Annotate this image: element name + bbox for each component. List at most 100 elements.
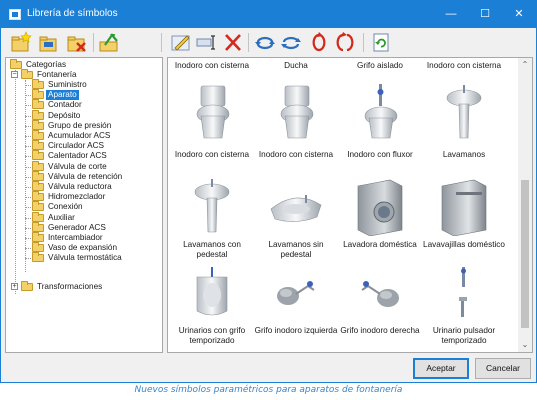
- folder-icon: [32, 89, 44, 100]
- tree-connector: [25, 187, 31, 188]
- tree-item-label: Circulador ACS: [48, 141, 104, 151]
- tree-item-label: Vaso de expansión: [48, 243, 118, 253]
- tree-connector: [25, 85, 31, 86]
- folder-icon: [32, 191, 44, 202]
- folder-icon: [10, 59, 22, 69]
- tree-item-label: Válvula de corte: [48, 161, 107, 171]
- tree-connector: [25, 166, 31, 168]
- symbol-label[interactable]: Lavadora doméstica: [338, 240, 422, 250]
- tree-item-label: Válvula termostática: [48, 253, 122, 263]
- tree-item-label: Calentador ACS: [48, 151, 107, 161]
- symbol-label[interactable]: Lavavajillas doméstico: [422, 240, 506, 250]
- folder-icon: [32, 242, 44, 253]
- dishwasher-icon[interactable]: [438, 178, 490, 238]
- maximize-button[interactable]: ☐: [468, 1, 502, 28]
- symbol-label[interactable]: Inodoro con fluxor: [338, 150, 422, 160]
- tree-item-label: Depósito: [48, 110, 81, 120]
- pedestal-sink-icon[interactable]: [439, 84, 489, 144]
- tree-item-label: Válvula reductora: [48, 182, 112, 191]
- refresh-icon[interactable]: [369, 31, 393, 54]
- symbol-label[interactable]: Inodoro con cisterna: [254, 150, 338, 160]
- symbol-label[interactable]: Inodoro con cisterna: [170, 61, 254, 71]
- folder-icon: [32, 170, 44, 181]
- folder-icon: [32, 201, 44, 212]
- window-title: Librería de símbolos: [27, 8, 118, 19]
- folder-icon: [21, 281, 33, 291]
- collapse-icon[interactable]: −: [11, 71, 18, 78]
- folder-icon: [32, 221, 44, 232]
- tree-connector: [25, 156, 31, 158]
- tree-connector: [25, 238, 31, 239]
- tree-item-label: Aparato: [46, 90, 79, 101]
- tree-connector: [25, 197, 31, 199]
- symbol-label[interactable]: Inodoro con cisterna: [170, 150, 254, 160]
- import-icon[interactable]: [97, 31, 121, 54]
- symbol-label[interactable]: Inodoro con cisterna: [422, 61, 506, 71]
- tree-connector: [25, 105, 31, 107]
- rename-symbol-icon[interactable]: [195, 31, 219, 54]
- tree-item-label: Acumulador ACS: [48, 131, 111, 140]
- minimize-button[interactable]: —: [434, 1, 468, 28]
- flip-horizontal-icon[interactable]: [307, 31, 331, 54]
- tree-connector: [25, 258, 31, 260]
- cancel-button[interactable]: Cancelar: [475, 358, 531, 379]
- toilet-tap-left-icon[interactable]: [274, 276, 318, 312]
- tree-connector: [25, 146, 31, 148]
- scroll-down-button[interactable]: ⌄: [518, 338, 532, 352]
- tree-connector: [25, 176, 31, 178]
- edit-symbol-icon[interactable]: [169, 31, 193, 54]
- tree-item-label: Suministro: [48, 80, 87, 89]
- toilet-icon[interactable]: [187, 84, 237, 144]
- close-button[interactable]: ✕: [502, 1, 536, 28]
- toilet-tap-right-icon[interactable]: [358, 276, 402, 312]
- folder-icon: [32, 99, 44, 110]
- symbol-grid[interactable]: Inodoro con cisterna Ducha Grifo aislado In…: [167, 57, 533, 353]
- folder-icon: [32, 160, 44, 171]
- symbol-label[interactable]: Ducha: [254, 61, 338, 71]
- scroll-thumb[interactable]: [521, 180, 529, 328]
- flip-vertical-icon[interactable]: [333, 31, 357, 54]
- category-tree[interactable]: Categorías − Fontanería Suministro Aparat…: [5, 57, 163, 353]
- title-bar[interactable]: Librería de símbolos — ☐ ✕: [1, 1, 536, 28]
- tree-connector: [25, 115, 31, 117]
- symbol-label[interactable]: Lavamanos con pedestal: [170, 240, 254, 260]
- push-button-tap-icon[interactable]: [454, 267, 474, 321]
- tree-item-label: Generador ACS: [48, 222, 106, 232]
- folder-icon: [32, 119, 44, 130]
- rename-folder-icon[interactable]: [37, 31, 61, 54]
- symbol-label[interactable]: Urinarios con grifo temporizado: [170, 326, 254, 346]
- pedestal-sink-icon[interactable]: [187, 178, 237, 238]
- toolbar-separator: [363, 33, 364, 52]
- folder-icon: [32, 130, 44, 140]
- accept-button[interactable]: Aceptar: [413, 358, 469, 379]
- folder-icon: [32, 150, 44, 161]
- symbol-label[interactable]: Lavamanos: [422, 150, 506, 160]
- tree-item-label: Conexión: [48, 202, 83, 212]
- urinal-icon[interactable]: [189, 267, 235, 321]
- tree-item-label: Intercambiador: [48, 233, 103, 242]
- tree-item-label: Contador: [48, 100, 82, 110]
- symbol-label[interactable]: Lavamanos sin pedestal: [254, 240, 338, 260]
- tree-guide: [15, 70, 16, 294]
- wall-sink-icon[interactable]: [267, 187, 325, 229]
- rotate-right-icon[interactable]: [279, 31, 303, 54]
- flush-valve-toilet-icon[interactable]: [355, 84, 405, 144]
- rotate-left-icon[interactable]: [253, 31, 277, 54]
- symbol-label[interactable]: Urinario pulsador temporizado: [422, 326, 506, 346]
- toilet-icon[interactable]: [271, 84, 321, 144]
- folder-icon: [32, 252, 44, 263]
- delete-folder-icon[interactable]: [65, 31, 89, 54]
- delete-symbol-icon[interactable]: [221, 31, 245, 54]
- tree-item-label: Auxiliar: [48, 212, 75, 222]
- symbol-label[interactable]: Grifo inodoro izquierda: [254, 326, 338, 336]
- expand-icon[interactable]: +: [11, 283, 18, 290]
- symbol-label[interactable]: Grifo inodoro derecha: [338, 326, 422, 336]
- toolbar-separator: [93, 33, 94, 52]
- toolbar-separator: [161, 33, 162, 52]
- washing-machine-icon[interactable]: [354, 178, 406, 238]
- symbol-label[interactable]: Grifo aislado: [338, 61, 422, 71]
- scroll-up-button[interactable]: ⌃: [518, 58, 532, 72]
- vertical-scrollbar[interactable]: ⌃ ⌄: [518, 58, 532, 352]
- open-folder-icon: [21, 69, 33, 79]
- new-folder-icon[interactable]: [9, 31, 33, 54]
